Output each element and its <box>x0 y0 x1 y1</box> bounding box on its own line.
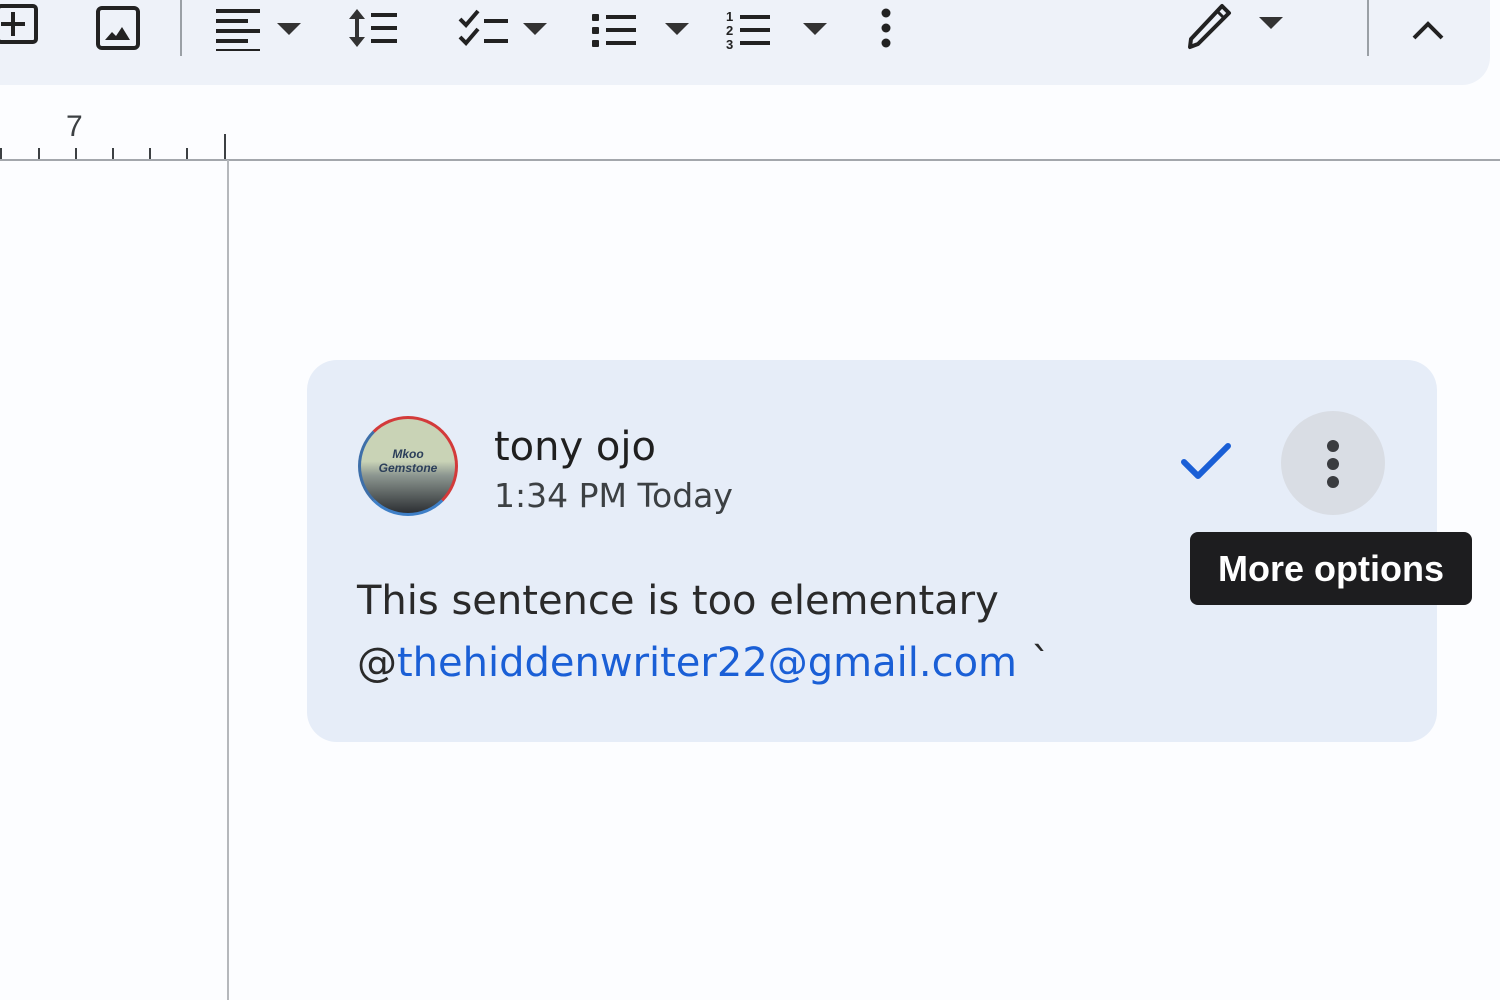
more-options-button[interactable] <box>1281 411 1385 515</box>
comment-text: This sentence is too elementary <box>357 578 999 624</box>
chevron-down-icon <box>1259 17 1283 29</box>
ruler-tick <box>75 148 77 159</box>
svg-text:2: 2 <box>726 23 733 38</box>
resolve-comment-button[interactable] <box>1176 436 1236 488</box>
mention-prefix: @ <box>357 640 397 686</box>
comment-author: tony ojo <box>494 424 656 470</box>
insert-image-button[interactable] <box>94 4 142 52</box>
avatar-text: Mkoo Gemstone <box>378 447 438 475</box>
chevron-down-icon <box>803 23 827 35</box>
insert-button[interactable] <box>0 2 42 48</box>
svg-text:3: 3 <box>726 37 733 51</box>
ruler-tick <box>149 148 151 159</box>
checkmark-icon <box>1181 443 1231 479</box>
ruler-label: 7 <box>66 110 83 143</box>
bulleted-list-button[interactable] <box>585 4 695 52</box>
comment-body: This sentence is too elementary @thehidd… <box>357 570 1051 694</box>
align-button[interactable] <box>210 4 306 52</box>
line-spacing-button[interactable] <box>343 4 403 52</box>
numbered-list-button[interactable]: 1 2 3 <box>722 4 832 52</box>
trailing-char: ` <box>1031 640 1051 686</box>
collapse-toolbar-button[interactable] <box>1404 10 1452 50</box>
ruler-tick <box>112 148 114 159</box>
avatar[interactable]: Mkoo Gemstone <box>358 416 458 516</box>
more-tools-button[interactable] <box>870 4 902 52</box>
more-vertical-icon <box>1327 476 1339 488</box>
more-options-tooltip: More options <box>1190 532 1472 605</box>
editing-mode-pencil-icon <box>1188 4 1231 49</box>
toolbar-divider <box>180 0 182 56</box>
bulleted-list-icon <box>592 14 636 47</box>
ruler-margin-marker[interactable] <box>224 134 226 159</box>
chevron-down-icon <box>523 23 547 35</box>
more-vertical-icon <box>1327 440 1339 452</box>
ruler-baseline <box>0 159 1500 161</box>
collapse-chevron-up-icon <box>1412 21 1444 40</box>
horizontal-ruler[interactable]: 7 <box>0 100 1500 162</box>
chevron-down-icon <box>665 23 689 35</box>
ruler-tick <box>38 148 40 159</box>
svg-text:1: 1 <box>726 9 733 24</box>
toolbar-divider <box>1367 0 1369 56</box>
mention-link[interactable]: thehiddenwriter22@gmail.com <box>397 640 1017 686</box>
page-margin-line <box>227 160 229 1000</box>
more-vertical-icon <box>881 8 891 48</box>
checklist-icon <box>458 9 508 46</box>
editing-mode-button[interactable] <box>1180 0 1290 52</box>
checklist-button[interactable] <box>448 4 558 52</box>
tooltip-text: More options <box>1218 547 1444 589</box>
insert-plus-icon <box>0 4 38 44</box>
ruler-tick <box>0 148 2 159</box>
align-left-icon <box>216 9 260 51</box>
line-spacing-icon <box>349 9 397 47</box>
chevron-down-icon <box>277 23 301 35</box>
comment-timestamp: 1:34 PM Today <box>494 476 733 515</box>
ruler-tick <box>186 148 188 159</box>
numbered-list-icon: 1 2 3 <box>726 9 770 51</box>
insert-image-icon <box>96 6 140 50</box>
more-vertical-icon <box>1327 458 1339 470</box>
comment-mention-line: @thehiddenwriter22@gmail.com ` <box>357 632 1051 694</box>
